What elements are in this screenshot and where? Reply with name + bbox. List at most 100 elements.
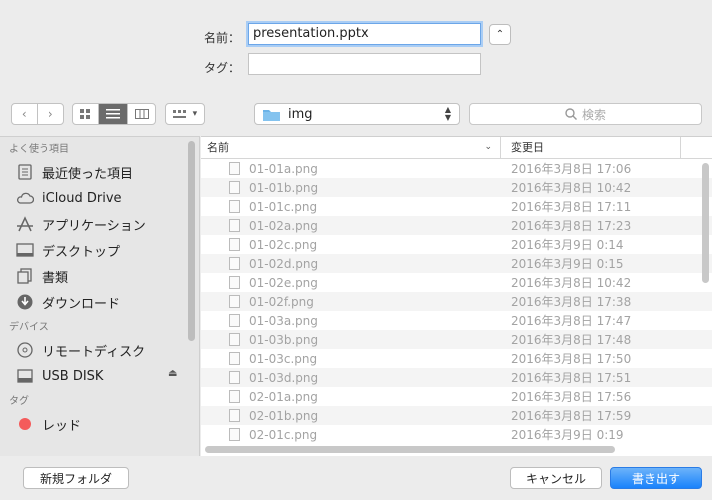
file-name-cell: 01-03a.png [201, 314, 501, 328]
file-name: 02-01a.png [249, 389, 318, 404]
list-vertical-scrollbar[interactable] [702, 163, 709, 283]
sidebar-item-label: iCloud Drive [42, 190, 122, 206]
image-file-icon [229, 314, 240, 327]
table-row[interactable]: 01-01a.png 2016年3月8日 17:06 [201, 159, 712, 178]
table-row[interactable]: 02-01c.png 2016年3月9日 0:19 [201, 425, 712, 444]
sidebar-item-remote-disc[interactable]: リモートディスク [0, 337, 199, 363]
table-row[interactable]: 01-03a.png 2016年3月8日 17:47 [201, 311, 712, 330]
sidebar-item-applications[interactable]: アプリケーション [0, 211, 199, 237]
sidebar-item-downloads[interactable]: ダウンロード [0, 289, 199, 315]
chevron-right-icon: › [47, 107, 53, 121]
file-modified: 2016年3月8日 10:42 [511, 181, 632, 195]
file-name: 01-01b.png [249, 180, 319, 195]
eject-icon[interactable]: ⏏ [168, 368, 177, 379]
file-name: 02-01b.png [249, 408, 319, 423]
file-name-cell: 02-01b.png [201, 409, 501, 423]
red-tag-icon [16, 415, 34, 433]
tag-field[interactable] [248, 53, 481, 75]
file-modified: 2016年3月9日 0:14 [511, 238, 624, 252]
file-name-cell: 01-01c.png [201, 200, 501, 214]
file-name-cell: 02-01a.png [201, 390, 501, 404]
name-label: 名前： [203, 31, 240, 45]
table-row[interactable]: 02-01a.png 2016年3月8日 17:56 [201, 387, 712, 406]
file-modified: 2016年3月8日 10:42 [511, 276, 632, 290]
sidebar-item-label: アプリケーション [42, 218, 146, 234]
list-view-button[interactable] [98, 104, 129, 124]
group-by-menu[interactable]: ▾ [165, 103, 205, 125]
group-by-button[interactable]: ▾ [166, 104, 204, 124]
table-row[interactable]: 01-03b.png 2016年3月8日 17:48 [201, 330, 712, 349]
documents-icon [16, 267, 34, 285]
list-header: 名前 ⌄ 変更日 [201, 137, 712, 159]
list-horizontal-scrollbar[interactable] [205, 446, 615, 453]
column-view-button[interactable] [128, 104, 155, 124]
updown-arrows-icon: ▲ ▼ [444, 105, 451, 122]
sidebar-item-recents[interactable]: 最近使った項目 [0, 159, 199, 185]
column-header-modified[interactable]: 変更日 [501, 137, 681, 158]
expand-dialog-button[interactable]: ⌃ [489, 24, 511, 45]
table-row[interactable]: 01-02d.png 2016年3月9日 0:15 [201, 254, 712, 273]
sidebar-item-label: USB DISK [42, 368, 104, 384]
file-modified: 2016年3月8日 17:38 [511, 295, 632, 309]
downloads-icon [16, 293, 34, 311]
image-file-icon [229, 200, 240, 213]
file-modified: 2016年3月9日 0:15 [511, 257, 624, 271]
table-row[interactable]: 01-03d.png 2016年3月8日 17:51 [201, 368, 712, 387]
sidebar-item-documents[interactable]: 書類 [0, 263, 199, 289]
file-name-cell: 01-02d.png [201, 257, 501, 271]
new-folder-button[interactable]: 新規フォルダ [23, 467, 129, 489]
table-row[interactable]: 01-01c.png 2016年3月8日 17:11 [201, 197, 712, 216]
file-name: 01-02f.png [249, 294, 314, 309]
file-name: 01-03a.png [249, 313, 318, 328]
remote-disc-icon [16, 341, 34, 359]
sidebar-item-desktop[interactable]: デスクトップ [0, 237, 199, 263]
table-row[interactable]: 01-03c.png 2016年3月8日 17:50 [201, 349, 712, 368]
sidebar-item-tag-red[interactable]: レッド [0, 411, 199, 437]
file-modified: 2016年3月8日 17:06 [511, 162, 632, 176]
forward-button[interactable]: › [38, 104, 63, 124]
file-name: 01-03d.png [249, 370, 319, 385]
back-button[interactable]: ‹ [12, 104, 38, 124]
image-file-icon [229, 295, 240, 308]
applications-icon [16, 215, 34, 233]
file-name-cell: 02-01c.png [201, 428, 501, 442]
file-name-cell: 01-02f.png [201, 295, 501, 309]
list-icon [106, 109, 120, 119]
image-file-icon [229, 409, 240, 422]
sidebar-item-label: リモートディスク [42, 344, 146, 360]
sidebar-item-usb-disk[interactable]: USB DISK ⏏ [0, 363, 199, 389]
image-file-icon [229, 352, 240, 365]
sidebar-item-icloud-drive[interactable]: iCloud Drive [0, 185, 199, 211]
desktop-icon [16, 241, 34, 259]
column-header-name[interactable]: 名前 ⌄ [201, 137, 501, 158]
file-name: 01-02d.png [249, 256, 319, 271]
table-row[interactable]: 01-02c.png 2016年3月9日 0:14 [201, 235, 712, 254]
usb-disk-icon [16, 367, 34, 385]
table-row[interactable]: 01-02e.png 2016年3月8日 10:42 [201, 273, 712, 292]
file-name: 01-03c.png [249, 351, 318, 366]
table-row[interactable]: 01-02a.png 2016年3月8日 17:23 [201, 216, 712, 235]
table-row[interactable]: 01-01b.png 2016年3月8日 10:42 [201, 178, 712, 197]
file-modified: 2016年3月8日 17:50 [511, 352, 632, 366]
file-modified: 2016年3月8日 17:11 [511, 200, 632, 214]
view-mode-switcher [72, 103, 156, 125]
sidebar-scrollbar[interactable] [188, 141, 195, 341]
search-field[interactable]: 検索 [469, 103, 702, 125]
file-name: 01-02c.png [249, 237, 318, 252]
table-row[interactable]: 02-01b.png 2016年3月8日 17:59 [201, 406, 712, 425]
chevron-up-icon: ⌃ [495, 29, 505, 40]
save-button[interactable]: 書き出す [610, 467, 702, 489]
chevron-left-icon: ‹ [21, 107, 27, 121]
name-field[interactable]: presentation.pptx [248, 23, 481, 45]
file-name: 01-02e.png [249, 275, 318, 290]
file-name-cell: 01-02a.png [201, 219, 501, 233]
image-file-icon [229, 219, 240, 232]
location-popup[interactable]: img ▲ ▼ [254, 103, 460, 125]
table-row[interactable]: 01-02f.png 2016年3月8日 17:38 [201, 292, 712, 311]
icon-view-button[interactable] [73, 104, 99, 124]
cancel-button[interactable]: キャンセル [510, 467, 602, 489]
file-modified: 2016年3月9日 0:19 [511, 428, 624, 442]
file-modified: 2016年3月8日 17:47 [511, 314, 632, 328]
search-placeholder: 検索 [581, 107, 606, 122]
sort-chevron-icon: ⌄ [484, 142, 492, 152]
